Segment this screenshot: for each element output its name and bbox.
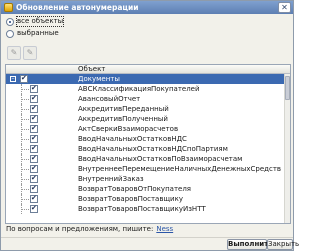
table-row[interactable]: АвансовыйОтчет (6, 94, 284, 104)
close-button[interactable]: Закрыть (267, 239, 299, 250)
row-label: ВнутреннийЗаказ (78, 175, 144, 183)
table-row[interactable]: ВводНачальныхОстатковНДСпоПартиям (6, 144, 284, 154)
row-label: АккредитивПереданный (78, 105, 169, 113)
row-label: ВозвратТоваровПоставщикуИзНТТ (78, 205, 206, 213)
footer-divider (1, 237, 293, 238)
author-link[interactable]: Ness (156, 225, 173, 233)
table-header: Объект (6, 65, 290, 74)
row-label: АВСКлассификацияПокупателей (78, 85, 200, 93)
table-row[interactable]: АккредитивПереданный (6, 104, 284, 114)
row-label: АккредитивПолученный (78, 115, 168, 123)
table-body[interactable]: – Документы АВСКлассификацияПокупателей … (6, 74, 284, 223)
run-button[interactable]: Выполнить (227, 239, 273, 250)
checkbox[interactable] (30, 124, 38, 133)
check-all-button[interactable]: ✎ (7, 46, 21, 60)
row-label: ВозвратТоваровОтПокупателя (78, 185, 192, 193)
close-window-button[interactable]: ✕ (278, 2, 291, 13)
row-label: ВводНачальныхОстатковПоВзаиморасчетам (78, 155, 243, 163)
table-row[interactable]: ВозвратТоваровОтПокупателя (6, 184, 284, 194)
title-bar: Обновление автонумерации ✕ (1, 1, 293, 14)
app-icon (4, 3, 13, 12)
checkbox[interactable] (30, 184, 38, 193)
scrollbar-thumb[interactable] (285, 76, 290, 100)
row-label: ВводНачальныхОстатковНДСпоПартиям (78, 145, 228, 153)
table-row[interactable]: АккредитивПолученный (6, 114, 284, 124)
checkbox[interactable] (30, 194, 38, 203)
table-row-root[interactable]: – Документы (6, 74, 284, 84)
vertical-scrollbar[interactable] (284, 74, 290, 223)
radio-all-icon[interactable] (6, 17, 14, 26)
radio-all-objects[interactable]: все объекты (6, 16, 65, 27)
radio-selected-objects[interactable]: выбранные (6, 29, 59, 38)
checkbox[interactable] (30, 104, 38, 113)
column-header-object: Объект (78, 65, 106, 73)
radio-selected-label[interactable]: выбранные (17, 29, 59, 38)
table-row[interactable]: ВнутреннееПеремещениеНаличныхДенежныхСре… (6, 164, 284, 174)
table-row[interactable]: ВозвратТоваровПоставщику (6, 194, 284, 204)
checkbox[interactable] (30, 164, 38, 173)
row-label: Документы (78, 75, 120, 83)
radio-selected-icon[interactable] (6, 29, 14, 38)
row-label: АвансовыйОтчет (78, 95, 141, 103)
checkbox[interactable] (30, 144, 38, 153)
table-row[interactable]: ВводНачальныхОстатковНДС (6, 134, 284, 144)
radio-all-label[interactable]: все объекты (15, 16, 65, 27)
checkbox[interactable] (30, 84, 38, 93)
pencil-icon: ✎ (26, 48, 34, 57)
checkbox[interactable] (30, 114, 38, 123)
uncheck-all-button[interactable]: ✎ (23, 46, 37, 60)
hint-text: По вопросам и предложениям, пишите: (6, 225, 154, 233)
row-label: ВозвратТоваровПоставщику (78, 195, 183, 203)
feedback-hint: По вопросам и предложениям, пишите: Ness (6, 225, 173, 234)
table-row[interactable]: АктСверкиВзаиморасчетов (6, 124, 284, 134)
checkbox[interactable] (30, 154, 38, 163)
row-label: ВводНачальныхОстатковНДС (78, 135, 187, 143)
checkbox[interactable] (30, 94, 38, 103)
table-row[interactable]: ВнутреннийЗаказ (6, 174, 284, 184)
checkbox[interactable] (20, 74, 28, 83)
checkbox[interactable] (30, 134, 38, 143)
row-label: ВнутреннееПеремещениеНаличныхДенежныхСре… (78, 165, 282, 173)
collapse-icon[interactable]: – (10, 76, 16, 82)
table-row[interactable]: ВозвратТоваровПоставщикуИзНТТ (6, 204, 284, 214)
objects-table[interactable]: Объект – Документы АВСКлассификацияПокуп… (5, 64, 291, 224)
window-title: Обновление автонумерации (16, 3, 139, 12)
table-row[interactable]: ВводНачальныхОстатковПоВзаиморасчетам (6, 154, 284, 164)
checkbox[interactable] (30, 204, 38, 213)
table-row[interactable]: АВСКлассификацияПокупателей (6, 84, 284, 94)
dialog-window: Обновление автонумерации ✕ все объекты в… (0, 0, 299, 251)
checkbox[interactable] (30, 174, 38, 183)
pencil-icon: ✎ (10, 48, 18, 57)
row-label: АктСверкиВзаиморасчетов (78, 125, 179, 133)
